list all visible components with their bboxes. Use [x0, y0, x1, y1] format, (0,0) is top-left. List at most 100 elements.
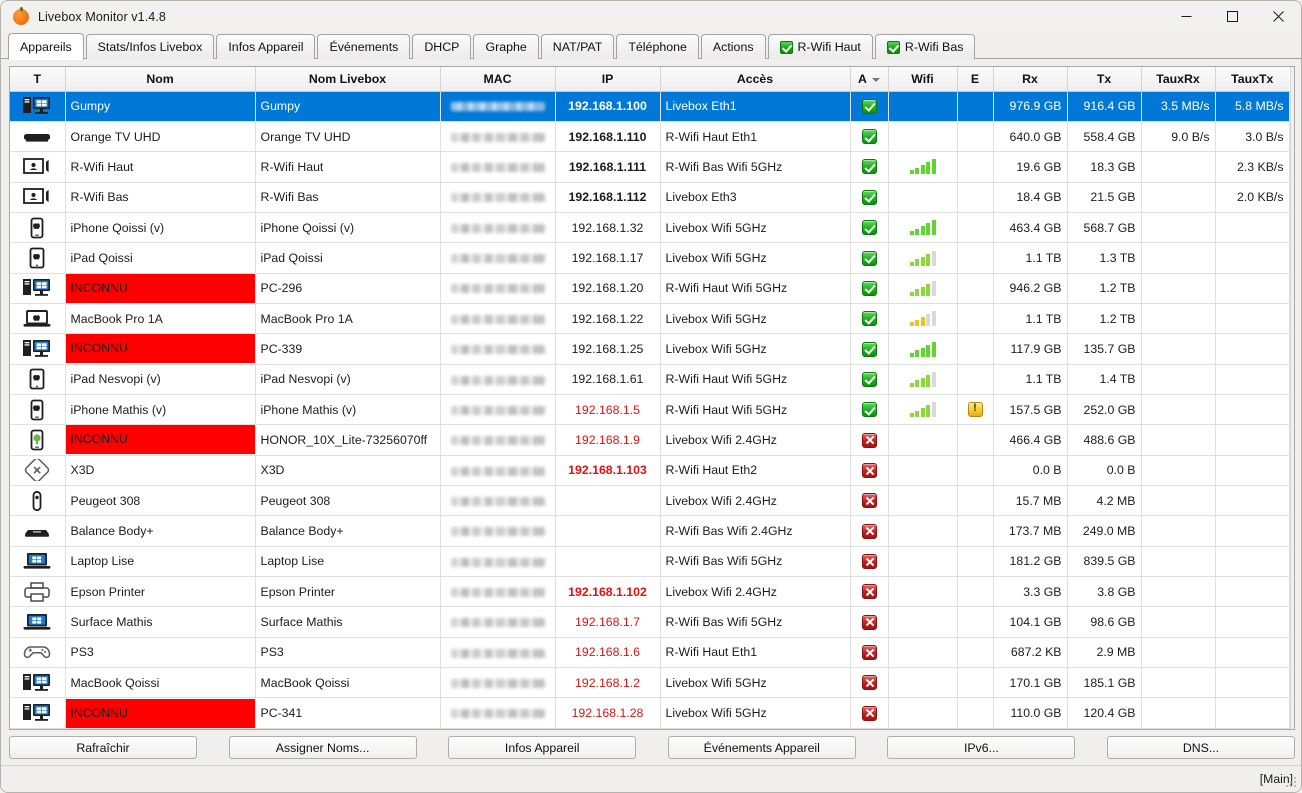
table-row[interactable]: R-Wifi Haut R-Wifi Haut 192.168.1.111 R-Wif…: [10, 151, 1290, 183]
table-row[interactable]: INCONNU HONOR_10X_Lite-73256070ff 192.168.…: [10, 424, 1290, 456]
vertical-scrollbar[interactable]: [1289, 67, 1294, 729]
cell-wifi-signal: [888, 546, 958, 578]
table-row[interactable]: INCONNU PC-296 192.168.1.20 R-Wifi Haut Wif…: [10, 273, 1290, 304]
status-active-icon: [861, 371, 877, 387]
cell-event-flag: [957, 637, 994, 669]
column-header-tauxrx[interactable]: TauxRx: [1141, 67, 1216, 92]
column-header-tauxtx[interactable]: TauxTx: [1215, 67, 1289, 92]
column-header-a[interactable]: A: [850, 67, 889, 92]
device-events-button[interactable]: Événements Appareil: [667, 736, 856, 759]
tab-t-l-phone[interactable]: Téléphone: [616, 34, 699, 59]
device-name: Peugeot 308: [70, 493, 141, 508]
tab-dhcp[interactable]: DHCP: [412, 34, 472, 59]
maximize-button[interactable]: [1209, 1, 1255, 32]
cell-livebox-name: iPad Qoissi: [255, 242, 441, 274]
tab-actions[interactable]: Actions: [700, 34, 766, 59]
cell-device-type: [10, 151, 66, 183]
close-button[interactable]: [1255, 1, 1301, 32]
table-row[interactable]: iPhone Qoissi (v) iPhone Qoissi (v) 192.16…: [10, 212, 1290, 244]
table-row[interactable]: X3D X3D 192.168.1.103 R-Wifi Haut Eth2 0.0 B…: [10, 455, 1290, 486]
checkbox-checked-icon[interactable]: [779, 40, 793, 54]
cell-active-status: [850, 242, 889, 274]
device-info-button[interactable]: Infos Appareil: [448, 736, 637, 759]
column-header-acces[interactable]: Accès: [660, 67, 851, 92]
warning-icon: [967, 402, 983, 418]
cell-tx: 839.5 GB: [1067, 546, 1142, 578]
column-header-tx[interactable]: Tx: [1067, 67, 1142, 92]
table-row[interactable]: iPad Nesvopi (v) iPad Nesvopi (v) 192.168.…: [10, 364, 1290, 395]
cell-wifi-signal: [888, 485, 958, 517]
resize-grip-icon[interactable]: [1286, 777, 1298, 789]
cell-taux-rx: 3.5 MB/s: [1141, 91, 1216, 122]
column-header-label: IP: [601, 71, 614, 86]
cell-event-flag: [957, 303, 994, 335]
dns-button[interactable]: DNS...: [1106, 736, 1295, 759]
refresh-button[interactable]: Rafraîchir: [9, 736, 197, 759]
table-row[interactable]: iPad Qoissi iPad Qoissi 192.168.1.17 Livebo…: [10, 242, 1290, 274]
assign-names-button[interactable]: Assigner Noms...: [228, 736, 417, 759]
table-row[interactable]: R-Wifi Bas R-Wifi Bas 192.168.1.112 Livebox…: [10, 182, 1290, 213]
tab-label: Infos Appareil: [228, 40, 304, 54]
table-row[interactable]: Orange TV UHD Orange TV UHD 192.168.1.110 R…: [10, 121, 1290, 153]
cell-livebox-name: iPad Nesvopi (v): [255, 364, 441, 395]
cell-name: Surface Mathis: [65, 606, 256, 638]
cell-wifi-signal: [888, 273, 958, 304]
cell-tx: 1.2 TB: [1067, 273, 1142, 304]
tab-v-nements[interactable]: Événements: [317, 34, 411, 59]
tab-stats-infos-livebox[interactable]: Stats/Infos Livebox: [85, 34, 215, 59]
column-header-type[interactable]: T: [10, 67, 66, 92]
cell-tx: 1.2 TB: [1067, 303, 1142, 335]
column-header-label: Tx: [1096, 71, 1112, 86]
table-row[interactable]: Laptop Lise Laptop Lise R-Wifi Bas Wifi 5G…: [10, 546, 1290, 578]
table-row[interactable]: Gumpy Gumpy 192.168.1.100 Livebox Eth1 976.9…: [10, 91, 1290, 122]
tab-infos-appareil[interactable]: Infos Appareil: [216, 34, 316, 59]
column-header-nomlb[interactable]: Nom Livebox: [255, 67, 441, 92]
tab-appareils[interactable]: Appareils: [8, 33, 84, 60]
unknown-device-icon: [25, 459, 50, 482]
checkbox-checked-icon[interactable]: [886, 40, 900, 54]
scroll-down-button[interactable]: [1290, 712, 1294, 729]
desktop-pc-windows-icon: [23, 673, 51, 691]
column-header-nom[interactable]: Nom: [65, 67, 256, 92]
table-row[interactable]: Balance Body+ Balance Body+ R-Wifi Bas Wif…: [10, 515, 1290, 547]
cell-rx: 946.2 GB: [993, 273, 1068, 304]
cell-wifi-signal: [888, 637, 958, 669]
cell-name: Peugeot 308: [65, 485, 256, 517]
cell-tx: 252.0 GB: [1067, 394, 1142, 426]
scroll-up-button[interactable]: [1290, 67, 1294, 84]
column-header-e[interactable]: E: [957, 67, 994, 92]
column-header-wifi[interactable]: Wifi: [888, 67, 958, 92]
cell-taux-rx: [1141, 151, 1216, 183]
cell-mac-address: [440, 273, 556, 304]
table-row[interactable]: PS3 PS3 192.168.1.6 R-Wifi Haut Eth1 687.2 K…: [10, 637, 1290, 669]
tab-r-wifi-haut[interactable]: R-Wifi Haut: [767, 34, 873, 59]
table-row[interactable]: MacBook Qoissi MacBook Qoissi 192.168.1.2 L…: [10, 667, 1290, 699]
table-row[interactable]: MacBook Pro 1A MacBook Pro 1A 192.168.1.22…: [10, 303, 1290, 335]
cell-taux-rx: [1141, 637, 1216, 669]
scrollbar-track[interactable]: [1290, 84, 1294, 712]
cell-device-type: [10, 637, 66, 669]
cell-livebox-name: MacBook Qoissi: [255, 667, 441, 699]
column-header-rx[interactable]: Rx: [993, 67, 1068, 92]
ipad-icon: [29, 368, 45, 390]
minimize-button[interactable]: [1163, 1, 1209, 32]
column-header-mac[interactable]: MAC: [440, 67, 556, 92]
cell-ip-address: 192.168.1.17: [555, 242, 661, 274]
ipv6-button[interactable]: IPv6...: [887, 736, 1076, 759]
tab-graphe[interactable]: Graphe: [473, 34, 539, 59]
table-row[interactable]: INCONNU PC-341 192.168.1.28 Livebox Wifi 5G…: [10, 697, 1290, 729]
tab-label: Événements: [329, 40, 399, 54]
column-header-ip[interactable]: IP: [555, 67, 661, 92]
table-row[interactable]: iPhone Mathis (v) iPhone Mathis (v) 192.16…: [10, 394, 1290, 426]
redacted-mac-icon: [450, 436, 545, 446]
table-row[interactable]: Epson Printer Epson Printer 192.168.1.102 L…: [10, 576, 1290, 608]
table-row[interactable]: Surface Mathis Surface Mathis 192.168.1.7 R…: [10, 606, 1290, 638]
cell-event-flag: [957, 667, 994, 699]
table-row[interactable]: INCONNU PC-339 192.168.1.25 Livebox Wifi 5G…: [10, 333, 1290, 365]
status-active-icon: [861, 159, 877, 175]
tab-nat-pat[interactable]: NAT/PAT: [540, 34, 615, 59]
column-header-label: TauxTx: [1231, 71, 1274, 86]
table-row[interactable]: Peugeot 308 Peugeot 308 Livebox Wifi 2.4GH…: [10, 485, 1290, 517]
tab-r-wifi-bas[interactable]: R-Wifi Bas: [874, 34, 976, 59]
cell-rx: 1.1 TB: [993, 303, 1068, 335]
